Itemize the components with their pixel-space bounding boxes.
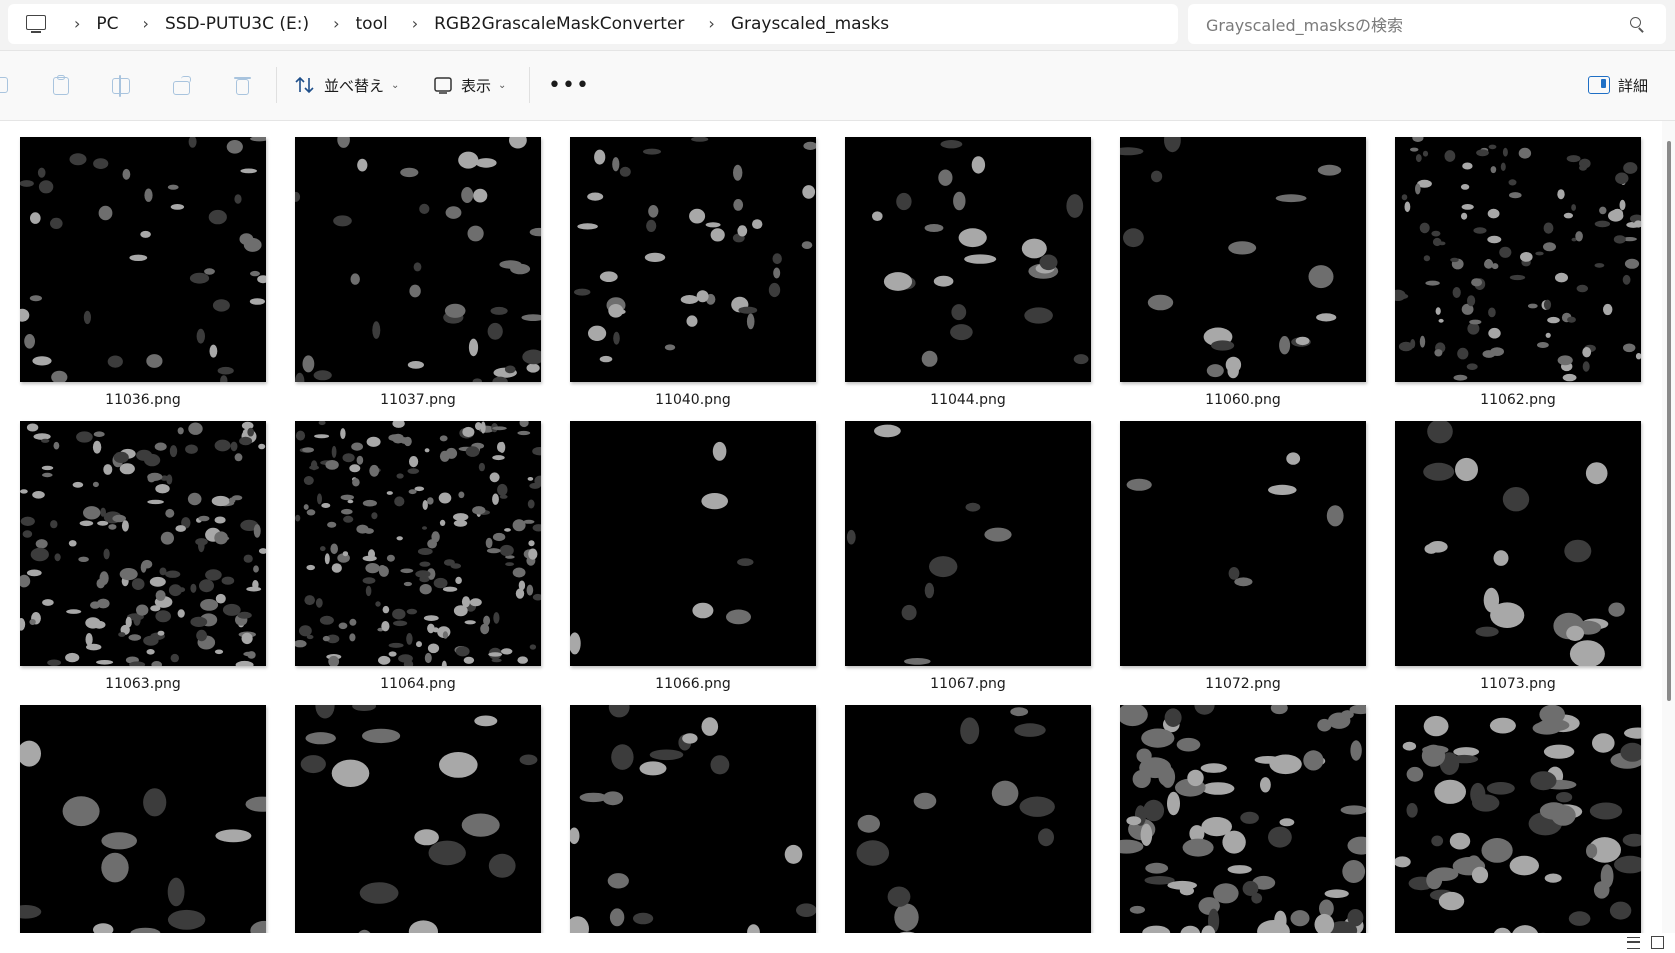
chevron-right-icon[interactable]: › [333,16,339,32]
breadcrumb-converter[interactable]: RGB2GrascaleMaskConverter [434,14,684,34]
thumbnail-image [1120,705,1366,933]
file-name: 11062.png [1480,392,1556,408]
thumbnail-image [20,137,266,382]
chevron-right-icon[interactable]: › [708,16,714,32]
large-icons-view-icon[interactable] [1651,936,1664,949]
rename-button[interactable] [112,69,130,101]
sort-icon [295,76,314,94]
thumbnail-image [1395,705,1641,933]
file-item[interactable]: 11066.png [570,421,816,692]
file-item[interactable]: 11063.png [20,421,266,692]
view-icon [434,77,452,94]
file-name: 11072.png [1205,676,1281,692]
file-item[interactable]: 11067.png [845,421,1091,692]
thumbnail-image [845,137,1091,382]
chevron-right-icon[interactable]: › [74,16,80,32]
scrollbar-thumb[interactable] [1667,141,1671,701]
chevron-down-icon: ⌄ [391,79,400,91]
file-item[interactable] [1120,705,1366,933]
details-pane-icon [1588,76,1610,94]
file-item[interactable]: 11040.png [570,137,816,408]
thumbnail-image [570,705,816,933]
file-item[interactable]: 11073.png [1395,421,1641,692]
delete-button[interactable] [233,69,251,101]
paste-icon [52,75,70,95]
thumbnail-image [1395,421,1641,666]
share-button[interactable] [173,69,191,101]
copy-icon [0,75,10,95]
details-label: 詳細 [1618,76,1649,95]
search-box[interactable]: Grayscaled_masksの検索 [1188,4,1666,44]
file-name: 11060.png [1205,392,1281,408]
thumbnail-image [1120,421,1366,666]
file-item[interactable]: 11036.png [20,137,266,408]
rename-icon [112,75,130,97]
file-item[interactable] [1395,705,1641,933]
thumbnail-image [845,421,1091,666]
thumbnail-image [1395,137,1641,382]
paste-button[interactable] [52,69,70,101]
thumbnail-image [1120,137,1366,382]
computer-icon[interactable] [26,15,48,33]
file-name: 11037.png [380,392,456,408]
command-bar: 並べ替え ⌄ 表示 ⌄ ••• 詳細 [0,51,1675,121]
thumbnail-image [20,705,266,933]
file-item[interactable] [845,705,1091,933]
status-bar [0,933,1675,953]
vertical-scrollbar[interactable] [1662,121,1675,933]
chevron-right-icon[interactable]: › [143,16,149,32]
file-item[interactable]: 11044.png [845,137,1091,408]
file-item[interactable]: 11037.png [295,137,541,408]
chevron-down-icon: ⌄ [498,79,507,91]
more-icon: ••• [548,72,590,98]
thumbnail-image [295,421,541,666]
file-item[interactable]: 11064.png [295,421,541,692]
file-item[interactable]: 11062.png [1395,137,1641,408]
thumbnail-image [295,137,541,382]
thumbnail-image [845,705,1091,933]
chevron-right-icon[interactable]: › [412,16,418,32]
toolbar-divider [276,67,277,103]
file-name: 11073.png [1480,676,1556,692]
file-item[interactable] [20,705,266,933]
file-item[interactable] [295,705,541,933]
share-icon [173,75,191,95]
file-name: 11040.png [655,392,731,408]
file-name: 11044.png [930,392,1006,408]
file-name: 11063.png [105,676,181,692]
file-grid: 11036.png 11037.png 11040.png 11044.png 1106… [0,121,1660,933]
sort-button[interactable]: 並べ替え ⌄ [294,69,399,101]
copy-button[interactable] [0,69,10,101]
address-bar[interactable]: › PC › SSD-PUTU3C (E:) › tool › RGB2Gras… [8,4,1178,44]
toolbar-divider [529,67,530,103]
file-item[interactable]: 11072.png [1120,421,1366,692]
file-name: 11067.png [930,676,1006,692]
view-label: 表示 [461,76,492,95]
breadcrumb-pc[interactable]: PC [96,14,118,34]
file-name: 11036.png [105,392,181,408]
breadcrumb-current-folder[interactable]: Grayscaled_masks [731,14,889,34]
address-bar-row: › PC › SSD-PUTU3C (E:) › tool › RGB2Gras… [0,0,1675,51]
breadcrumb-tool[interactable]: tool [356,14,388,34]
sort-label: 並べ替え [324,76,385,95]
trash-icon [233,75,251,95]
thumbnail-image [295,705,541,933]
thumbnail-image [20,421,266,666]
search-input[interactable]: Grayscaled_masksの検索 [1206,12,1630,36]
details-pane-button[interactable]: 詳細 [1588,69,1648,101]
file-item[interactable]: 11060.png [1120,137,1366,408]
thumbnail-image [570,137,816,382]
file-item[interactable] [570,705,816,933]
breadcrumb-drive[interactable]: SSD-PUTU3C (E:) [165,14,309,34]
file-name: 11066.png [655,676,731,692]
view-button[interactable]: 表示 ⌄ [433,69,506,101]
details-view-icon[interactable] [1627,937,1640,949]
more-options-button[interactable]: ••• [548,69,590,101]
file-name: 11064.png [380,676,456,692]
thumbnail-image [570,421,816,666]
search-icon[interactable] [1630,17,1644,33]
